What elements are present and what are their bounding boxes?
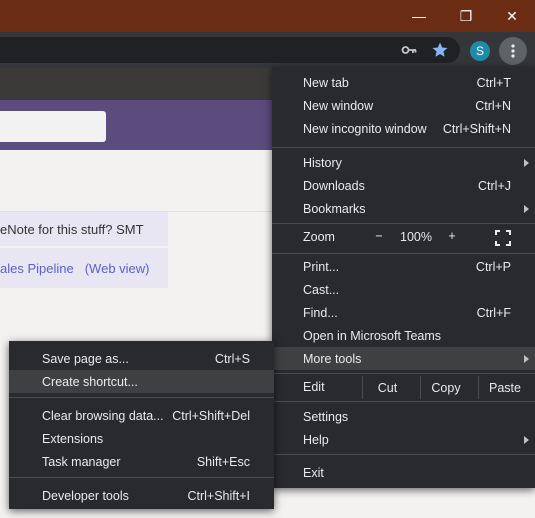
submenu-arrow-icon [524,354,529,363]
submenu-arrow-icon [524,158,529,167]
menu-item-downloads[interactable]: Downloads Ctrl+J [272,174,535,197]
close-icon: ✕ [506,7,518,24]
more-tools-submenu: Save page as... Ctrl+S Create shortcut..… [9,341,274,509]
restore-icon: ❐ [459,7,473,24]
menu-item-task-manager[interactable]: Task manager Shift+Esc [9,450,274,473]
menu-separator [272,253,535,254]
menu-separator [272,373,535,374]
menu-item-history[interactable]: History [272,151,535,174]
zoom-in-button[interactable]: + [446,229,458,243]
link-row: ales Pipeline (Web view) [0,248,168,288]
menu-item-settings[interactable]: Settings [272,405,535,428]
menu-item-help[interactable]: Help [272,428,535,451]
submenu-arrow-icon [524,435,529,444]
menu-edit-row: Edit Cut Copy Paste [272,376,535,399]
menu-item-find[interactable]: Find... Ctrl+F [272,301,535,324]
menu-separator [272,401,535,402]
title-bar: — ❐ ✕ [0,0,535,32]
menu-separator [272,147,535,148]
paste-button[interactable]: Paste [479,376,531,399]
minimize-button[interactable]: — [396,0,442,32]
menu-separator [272,454,535,455]
key-icon[interactable] [399,40,419,60]
menu-item-exit[interactable]: Exit [272,461,535,484]
fullscreen-icon[interactable] [495,230,511,246]
menu-item-new-incognito-window[interactable]: New incognito window Ctrl+Shift+N [272,117,535,140]
menu-zoom-row: Zoom − 100% + [272,226,535,249]
web-view-link[interactable]: (Web view) [85,261,150,276]
submenu-arrow-icon [524,204,529,213]
menu-item-more-tools[interactable]: More tools [272,347,535,370]
chrome-menu-button[interactable] [499,37,527,65]
menu-item-save-page-as[interactable]: Save page as... Ctrl+S [9,347,274,370]
menu-item-cast[interactable]: Cast... [272,278,535,301]
menu-item-developer-tools[interactable]: Developer tools Ctrl+Shift+I [9,484,274,507]
zoom-out-button[interactable]: − [373,229,385,243]
message-row[interactable]: eNote for this stuff? SMT [0,212,168,246]
restore-button[interactable]: ❐ [443,0,489,32]
zoom-level: 100% [400,230,432,244]
cut-button[interactable]: Cut [363,376,412,399]
menu-item-bookmarks[interactable]: Bookmarks [272,197,535,220]
copy-button[interactable]: Copy [421,376,471,399]
browser-toolbar: S [0,32,535,68]
menu-item-extensions[interactable]: Extensions [9,427,274,450]
menu-item-new-tab[interactable]: New tab Ctrl+T [272,71,535,94]
menu-item-create-shortcut[interactable]: Create shortcut... [9,370,274,393]
menu-item-new-window[interactable]: New window Ctrl+N [272,94,535,117]
address-bar[interactable] [0,37,460,63]
kebab-icon [511,44,515,58]
avatar-letter: S [475,44,484,58]
web-app-search-box[interactable] [0,111,106,142]
minimize-icon: — [412,8,426,24]
menu-item-print[interactable]: Print... Ctrl+P [272,255,535,278]
close-button[interactable]: ✕ [489,0,535,32]
bookmark-star-icon[interactable] [430,40,450,60]
sales-pipeline-link[interactable]: ales Pipeline [0,261,74,276]
menu-item-clear-browsing-data[interactable]: Clear browsing data... Ctrl+Shift+Del [9,404,274,427]
menu-separator [9,397,274,398]
menu-separator [9,477,274,478]
message-text: eNote for this stuff? SMT [0,221,144,237]
chrome-main-menu: New tab Ctrl+T New window Ctrl+N New inc… [272,67,535,488]
profile-avatar[interactable]: S [470,41,490,61]
menu-item-open-in-teams[interactable]: Open in Microsoft Teams [272,324,535,347]
menu-separator [272,223,535,224]
